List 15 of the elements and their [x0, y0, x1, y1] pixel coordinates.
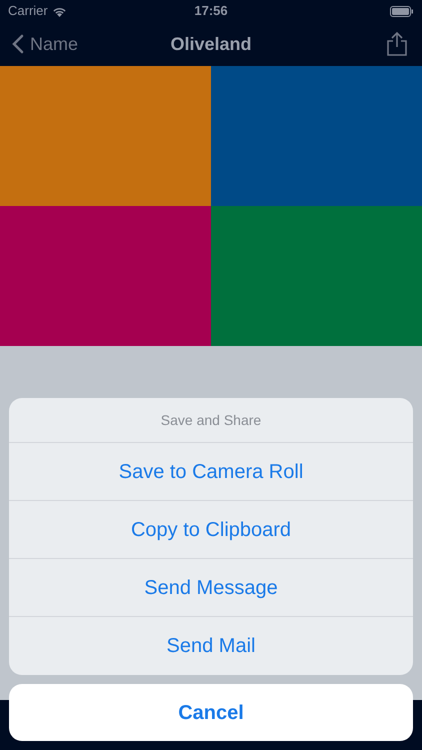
wifi-icon [52, 6, 67, 16]
sheet-action[interactable]: Send Message [9, 559, 413, 617]
sheet-action[interactable]: Send Mail [9, 617, 413, 675]
cancel-button[interactable]: Cancel [9, 684, 413, 741]
sheet-action[interactable]: Save to Camera Roll [9, 443, 413, 501]
battery-icon [390, 6, 414, 16]
clock: 17:56 [194, 2, 228, 20]
chevron-left-icon [12, 34, 24, 54]
sheet-action[interactable]: Copy to Clipboard [9, 501, 413, 559]
share-button[interactable] [384, 29, 410, 59]
nav-title: Oliveland [170, 32, 252, 56]
share-icon [386, 31, 408, 57]
carrier-label: Carrier [8, 2, 48, 20]
sheet-title: Save and Share [160, 410, 262, 430]
back-button[interactable]: Name [12, 30, 122, 58]
